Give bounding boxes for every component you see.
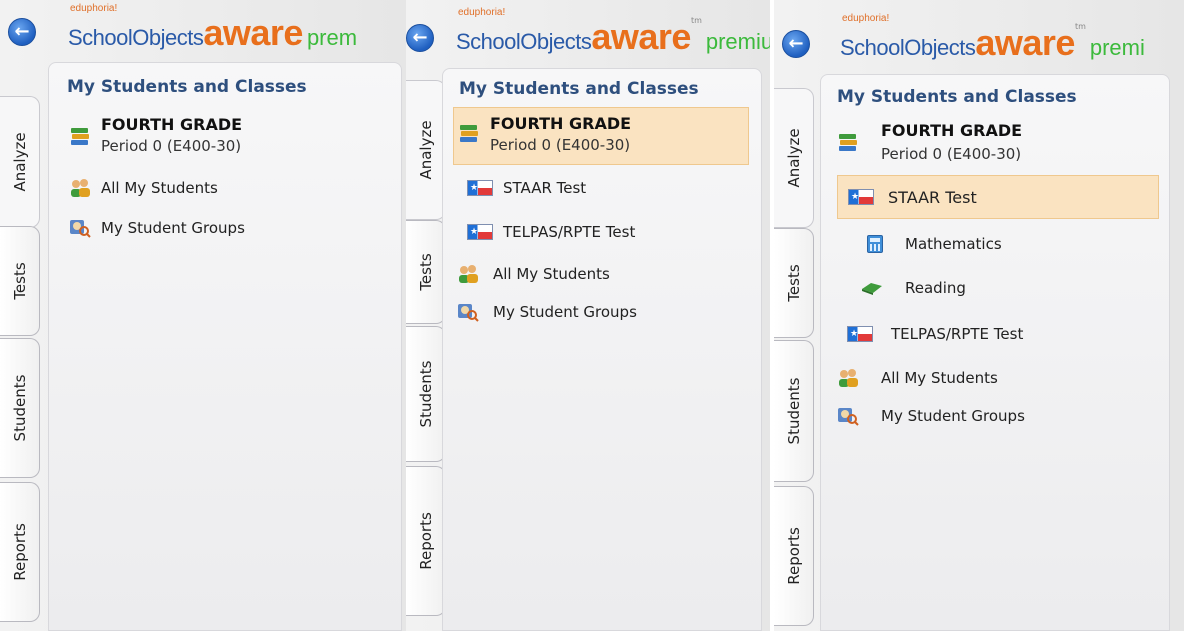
- tab-tests[interactable]: Tests: [0, 226, 40, 336]
- tab-reports[interactable]: Reports: [774, 486, 814, 626]
- schoolobjects-aware-logo: eduphoria! SchoolObjectsawaretmpremiu: [456, 7, 770, 57]
- class-fourth-grade[interactable]: FOURTH GRADE Period 0 (E400-30): [831, 117, 1157, 175]
- item-all-my-students[interactable]: All My Students: [59, 175, 389, 201]
- class-period: Period 0 (E400-30): [881, 145, 1022, 163]
- people-icon: [839, 369, 858, 387]
- panel-test-selected: ← eduphoria! SchoolObjectsawaretmpremi A…: [774, 0, 1184, 631]
- tab-tests[interactable]: Tests: [774, 228, 814, 338]
- class-title: FOURTH GRADE: [101, 115, 243, 134]
- group-icon: [838, 408, 859, 426]
- item-my-student-groups[interactable]: My Student Groups: [837, 403, 1159, 429]
- item-telpas-rpte-test[interactable]: TELPAS/RPTE Test: [837, 321, 1159, 347]
- class-period: Period 0 (E400-30): [101, 137, 242, 155]
- group-icon: [458, 304, 479, 322]
- books-icon: [71, 128, 89, 145]
- tab-analyze[interactable]: Analyze: [0, 96, 40, 228]
- section-heading: My Students and Classes: [837, 87, 1077, 107]
- item-telpas-rpte-test[interactable]: TELPAS/RPTE Test: [453, 219, 749, 245]
- back-arrow-icon[interactable]: ←: [406, 24, 434, 52]
- texas-flag-icon: [467, 180, 493, 196]
- people-icon: [71, 179, 90, 197]
- tab-students[interactable]: Students: [406, 326, 446, 462]
- item-staar-test[interactable]: STAAR Test: [837, 175, 1159, 219]
- panel-collapsed-class: ← eduphoria! SchoolObjectsaware prem Anal…: [0, 0, 406, 631]
- section-heading: My Students and Classes: [67, 77, 307, 97]
- class-title: FOURTH GRADE: [490, 114, 632, 133]
- item-mathematics[interactable]: Mathematics: [837, 231, 1159, 257]
- my-students-classes-pane: My Students and Classes FOURTH GRADE Per…: [442, 68, 762, 631]
- panel-class-selected: ← eduphoria! SchoolObjectsawaretmpremiu …: [406, 0, 770, 631]
- item-my-student-groups[interactable]: My Student Groups: [453, 299, 749, 325]
- schoolobjects-aware-logo: eduphoria! SchoolObjectsaware prem: [68, 3, 358, 53]
- books-icon: [839, 134, 857, 151]
- item-all-my-students[interactable]: All My Students: [837, 365, 1159, 391]
- class-fourth-grade[interactable]: FOURTH GRADE Period 0 (E400-30): [59, 111, 389, 169]
- item-my-student-groups[interactable]: My Student Groups: [59, 215, 389, 241]
- back-arrow-icon[interactable]: ←: [8, 18, 36, 46]
- group-icon: [70, 220, 91, 238]
- tab-reports[interactable]: Reports: [0, 482, 40, 622]
- item-all-my-students[interactable]: All My Students: [453, 261, 749, 287]
- back-arrow-icon[interactable]: ←: [782, 30, 810, 58]
- item-reading[interactable]: Reading: [837, 275, 1159, 301]
- tab-reports[interactable]: Reports: [406, 466, 446, 616]
- books-icon: [460, 125, 478, 142]
- texas-flag-icon: [847, 326, 873, 342]
- my-students-classes-pane: My Students and Classes FOURTH GRADE Per…: [48, 62, 402, 631]
- tab-tests[interactable]: Tests: [406, 220, 446, 324]
- item-staar-test[interactable]: STAAR Test: [453, 175, 749, 201]
- schoolobjects-aware-logo: eduphoria! SchoolObjectsawaretmpremi: [840, 13, 1145, 63]
- class-title: FOURTH GRADE: [881, 121, 1023, 140]
- tab-analyze[interactable]: Analyze: [774, 88, 814, 228]
- tab-students[interactable]: Students: [774, 340, 814, 482]
- texas-flag-icon: [467, 224, 493, 240]
- class-fourth-grade[interactable]: FOURTH GRADE Period 0 (E400-30): [453, 107, 749, 165]
- tab-analyze[interactable]: Analyze: [406, 80, 446, 220]
- people-icon: [459, 265, 478, 283]
- texas-flag-icon: [848, 189, 874, 205]
- book-icon: [862, 283, 882, 295]
- calculator-icon: [867, 235, 883, 253]
- my-students-classes-pane: My Students and Classes FOURTH GRADE Per…: [820, 74, 1170, 631]
- tab-students[interactable]: Students: [0, 338, 40, 478]
- section-heading: My Students and Classes: [459, 79, 699, 99]
- class-period: Period 0 (E400-30): [490, 136, 631, 154]
